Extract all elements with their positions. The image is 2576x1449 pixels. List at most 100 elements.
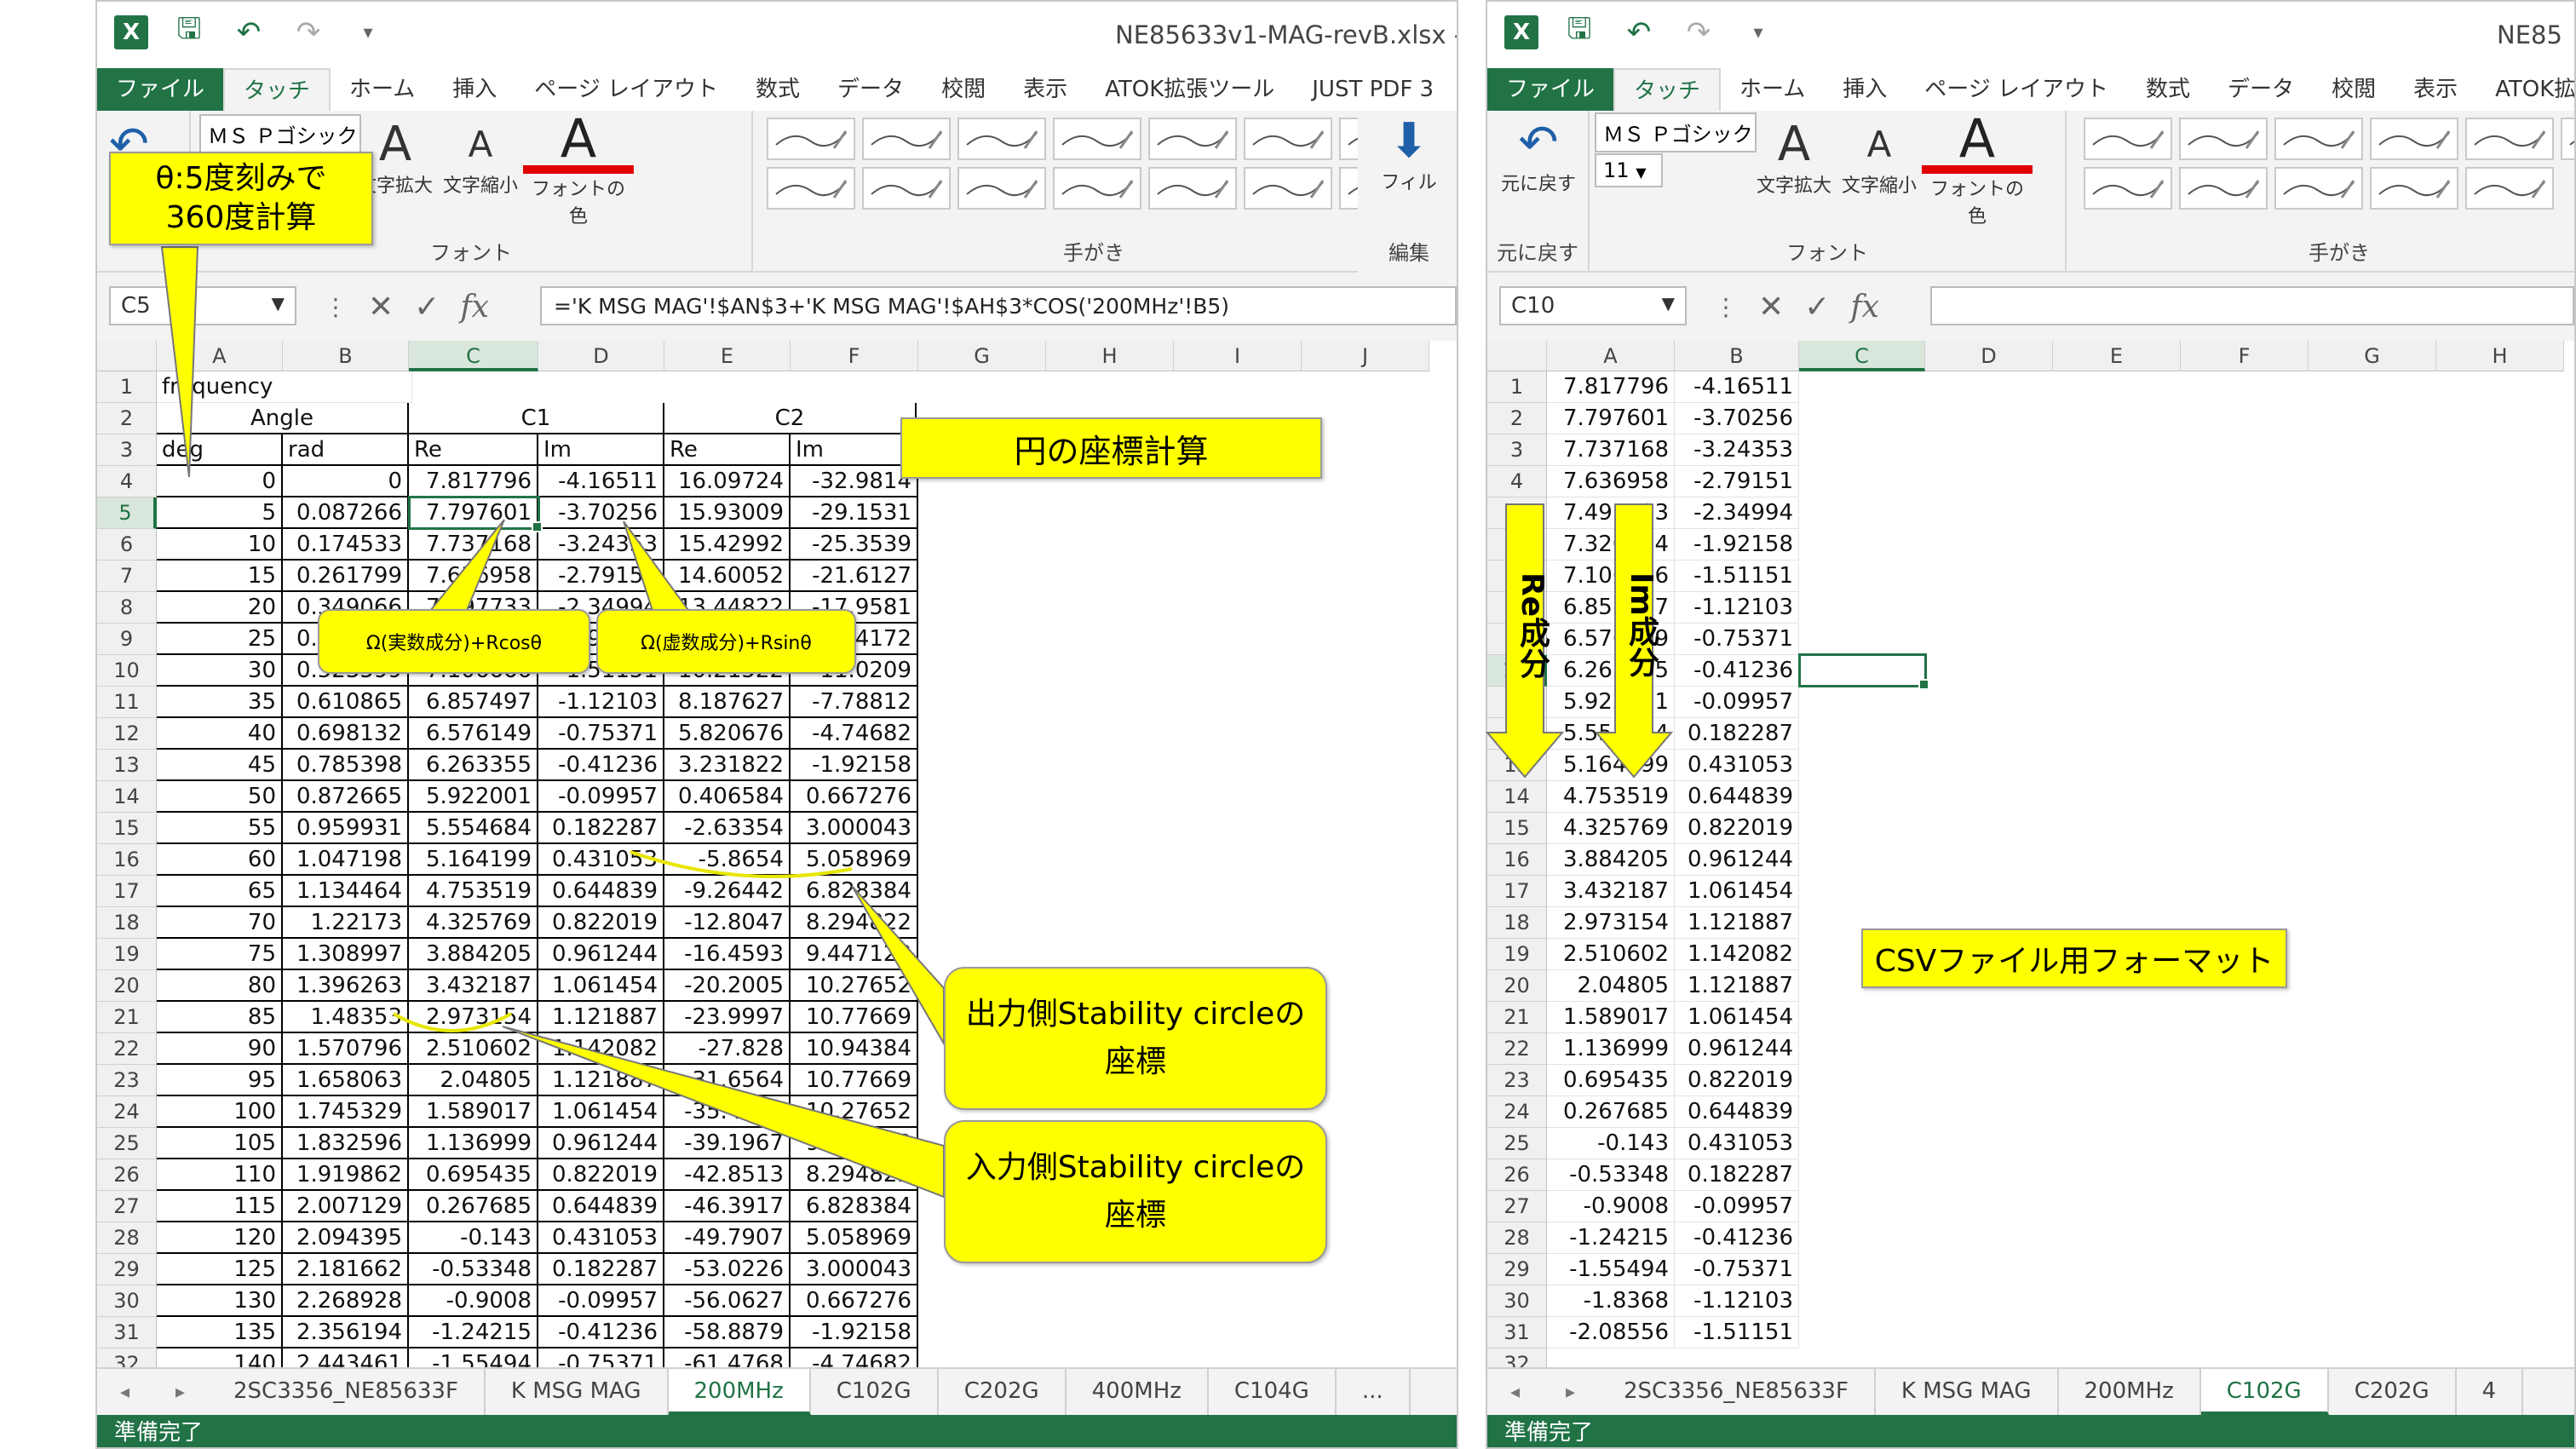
cell[interactable]: 5.058969 [791,844,918,876]
cell[interactable]: -31.6564 [664,1065,791,1096]
row-header[interactable]: 5 [1487,497,1547,529]
cell[interactable]: 5.820676 [664,718,791,750]
undo-icon[interactable]: ↶ [230,14,267,51]
font-color-button[interactable]: A フォントの色 [523,112,634,228]
cell[interactable]: 0.261799 [283,561,409,592]
cell[interactable]: 1.589017 [409,1096,538,1128]
row-header[interactable]: 18 [97,907,157,939]
pen-style-button[interactable] [2465,118,2554,160]
select-all[interactable] [97,341,157,371]
column-header[interactable]: E [664,341,791,371]
cell[interactable]: -0.75371 [1675,624,1799,655]
row-header[interactable]: 28 [97,1222,157,1254]
row-header[interactable]: 5 [97,497,157,529]
cell[interactable]: -1.24215 [1547,1222,1675,1254]
cell[interactable]: 5.164199 [1547,750,1675,781]
cell[interactable]: 70 [157,907,283,939]
cell[interactable]: 1.121887 [1675,970,1799,1002]
cell[interactable]: -0.75371 [1675,1254,1799,1285]
cell[interactable]: 0.431053 [1675,750,1799,781]
cell[interactable]: 130 [157,1285,283,1317]
row-header[interactable]: 7 [97,561,157,592]
cell[interactable]: C1 [409,403,664,434]
cell[interactable]: -1.51151 [1675,561,1799,592]
row-header[interactable]: 30 [1487,1285,1547,1317]
cell[interactable]: -2.63354 [664,813,791,844]
cell[interactable]: 6.828384 [791,876,918,907]
cell[interactable]: 0.961244 [538,1128,664,1159]
font-name-select[interactable]: ＭＳ Ｐゴシック [1595,112,1757,152]
cell[interactable]: -1.55494 [1547,1254,1675,1285]
row-header[interactable]: 26 [1487,1159,1547,1191]
cell[interactable]: 40 [157,718,283,750]
ribbon-tab[interactable]: 数式 [737,68,819,111]
column-header[interactable]: C [1799,341,1925,371]
pen-style-button[interactable] [2179,118,2268,160]
cell[interactable]: 1.136999 [409,1128,538,1159]
redo-icon[interactable]: ↷ [1680,14,1717,51]
font-shrink-button[interactable]: A 文字縮小 [438,119,523,198]
cell[interactable]: 3.000043 [791,813,918,844]
row-header[interactable]: 21 [1487,1002,1547,1033]
cell[interactable]: 0.644839 [1675,781,1799,813]
cell[interactable]: 135 [157,1317,283,1348]
sheet-tab[interactable]: 2SC3356_NE85633F [1598,1369,1876,1415]
cell[interactable]: 1.121887 [538,1065,664,1096]
ribbon-tab[interactable]: 校閲 [923,68,1004,111]
pen-style-button[interactable] [1053,118,1141,160]
cell[interactable]: 5.922001 [1547,687,1675,718]
cell[interactable]: 0.822019 [1675,813,1799,844]
row-header[interactable]: 16 [1487,844,1547,876]
row-header[interactable]: 31 [1487,1317,1547,1348]
cell[interactable]: 2.04805 [1547,970,1675,1002]
column-header[interactable]: B [283,341,409,371]
cell[interactable]: 2.181662 [283,1254,409,1285]
cell[interactable]: 4.325769 [409,907,538,939]
row-header[interactable]: 29 [1487,1254,1547,1285]
cell[interactable]: -0.41236 [538,1317,664,1348]
cell[interactable]: 1.48353 [283,1002,409,1033]
customize-qat-icon[interactable]: ▾ [349,14,387,51]
row-header[interactable]: 8 [97,592,157,624]
cell[interactable]: 0.182287 [1675,1159,1799,1191]
cell[interactable]: 7.636958 [1547,466,1675,497]
name-box[interactable]: C10 ▼ [1499,286,1687,325]
row-header[interactable]: 11 [1487,687,1547,718]
cell[interactable]: 0.267685 [409,1191,538,1222]
cell[interactable]: 20 [157,592,283,624]
ribbon-tab[interactable]: チ [1452,68,1457,111]
row-header[interactable]: 27 [97,1191,157,1222]
cell[interactable]: 8.187627 [664,687,791,718]
more-icon[interactable]: ⋮ [1714,293,1738,321]
cell[interactable]: -0.41236 [538,750,664,781]
cell[interactable]: 0.785398 [283,750,409,781]
pen-style-button[interactable] [1244,167,1332,210]
cell[interactable]: 0.667276 [791,1285,918,1317]
name-box-dropdown-icon[interactable]: ▼ [272,293,285,313]
ribbon-tab[interactable]: ATOK拡張 [2476,68,2574,111]
cell[interactable]: 3.000043 [791,1254,918,1285]
prev-sheet-icon[interactable]: ◂ [1510,1382,1520,1403]
column-header[interactable]: I [1174,341,1302,371]
pen-style-button[interactable] [2465,167,2554,210]
row-header[interactable]: 29 [97,1254,157,1285]
undo-icon[interactable]: ↶ [1620,14,1658,51]
row-header[interactable]: 12 [1487,718,1547,750]
cell[interactable]: 1.396263 [283,970,409,1002]
cell[interactable]: 7.797601 [1547,403,1675,434]
cell[interactable]: 3.884205 [1547,844,1675,876]
cell[interactable]: -3.70256 [1675,403,1799,434]
cell[interactable]: 7.817796 [409,466,538,497]
next-sheet-icon[interactable]: ▸ [175,1382,185,1403]
insert-function-icon[interactable]: fx [1850,290,1879,325]
cell[interactable]: -1.12103 [1675,592,1799,624]
cell[interactable]: 0.644839 [1675,1096,1799,1128]
cell[interactable]: 1.142082 [1675,939,1799,970]
cell[interactable]: 80 [157,970,283,1002]
cell[interactable]: 1.136999 [1547,1033,1675,1065]
cell[interactable]: 75 [157,939,283,970]
ribbon-tab[interactable]: 表示 [2395,68,2476,111]
cell[interactable]: 8.294822 [791,1159,918,1191]
cell[interactable]: 9.447123 [791,939,918,970]
cell[interactable]: 1.061454 [538,1096,664,1128]
